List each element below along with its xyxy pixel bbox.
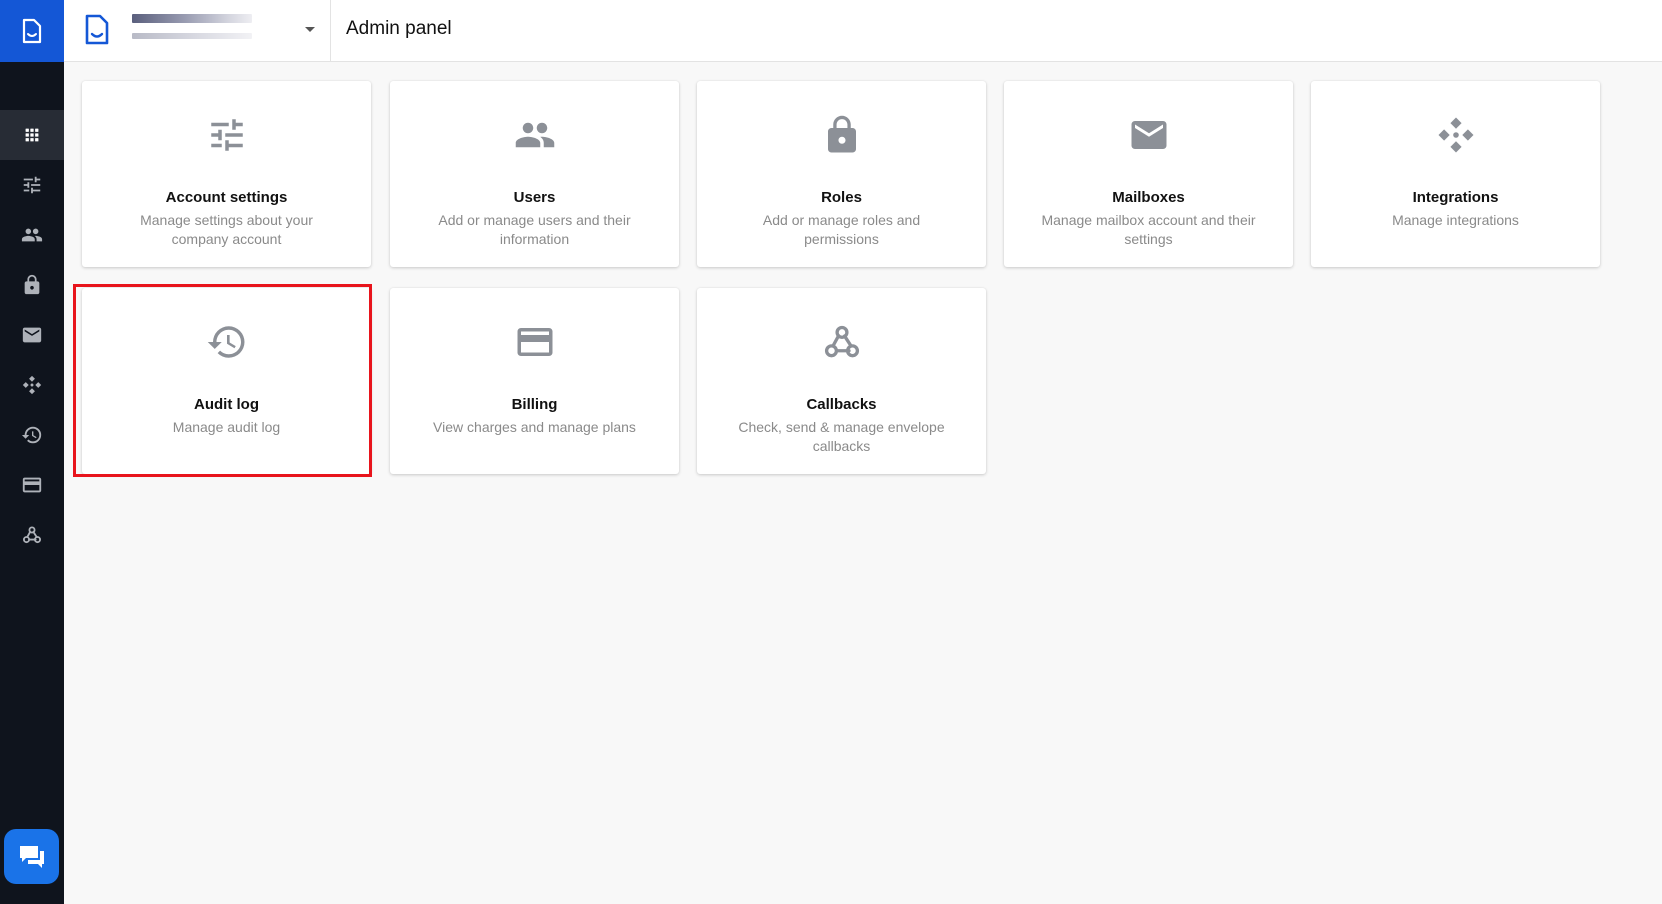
page-title: Admin panel bbox=[346, 18, 452, 39]
card-description: Manage audit log bbox=[172, 419, 281, 435]
card-users[interactable]: Users Add or manage users and their info… bbox=[390, 81, 679, 267]
lock-icon bbox=[24, 274, 40, 295]
sliders-icon bbox=[205, 113, 249, 157]
workspace-selector[interactable] bbox=[64, 0, 331, 62]
rail-item-audit-log[interactable] bbox=[0, 410, 64, 460]
rail-item-users[interactable] bbox=[0, 210, 64, 260]
mail-icon bbox=[22, 327, 42, 343]
integrations-icon bbox=[22, 375, 42, 395]
card-title: Users bbox=[513, 189, 556, 206]
card-description: Manage mailbox account and their setting… bbox=[1041, 212, 1256, 247]
mail-icon bbox=[1127, 113, 1171, 157]
credit-card-icon bbox=[22, 477, 42, 493]
card-description: Add or manage users and their informatio… bbox=[438, 212, 631, 247]
card-title: Audit log bbox=[194, 396, 259, 413]
history-icon bbox=[205, 320, 249, 364]
integrations-icon bbox=[1434, 113, 1478, 157]
rail-item-mailboxes[interactable] bbox=[0, 310, 64, 360]
rail-item-callbacks[interactable] bbox=[0, 510, 64, 560]
sliders-icon bbox=[23, 176, 41, 194]
card-roles[interactable]: Roles Add or manage roles and permission… bbox=[697, 81, 986, 267]
rail-item-billing[interactable] bbox=[0, 460, 64, 510]
card-description: View charges and manage plans bbox=[433, 419, 636, 435]
lock-icon bbox=[820, 113, 864, 157]
workspace-name-blurred bbox=[132, 12, 252, 42]
app-logo[interactable] bbox=[0, 0, 64, 62]
card-title: Mailboxes bbox=[1112, 189, 1185, 206]
rail-item-account-settings[interactable] bbox=[0, 160, 64, 210]
card-audit-log[interactable]: Audit log Manage audit log bbox=[82, 288, 371, 474]
chat-button[interactable] bbox=[4, 829, 59, 884]
card-title: Account settings bbox=[165, 189, 288, 206]
webhook-icon bbox=[23, 526, 41, 544]
users-icon bbox=[513, 113, 557, 157]
top-bar: Admin panel bbox=[64, 0, 1662, 62]
card-account-settings[interactable]: Account settings Manage settings about y… bbox=[82, 81, 371, 267]
caret-down-icon bbox=[305, 27, 315, 32]
apps-grid-icon bbox=[25, 128, 39, 142]
credit-card-icon bbox=[513, 320, 557, 364]
webhook-icon bbox=[820, 320, 864, 364]
left-rail bbox=[0, 0, 64, 904]
card-description: Manage settings about your company accou… bbox=[140, 212, 313, 247]
rail-item-integrations[interactable] bbox=[0, 360, 64, 410]
card-title: Billing bbox=[511, 396, 558, 413]
card-description: Add or manage roles and permissions bbox=[762, 212, 921, 247]
card-callbacks[interactable]: Callbacks Check, send & manage envelope … bbox=[697, 288, 986, 474]
chat-icon bbox=[19, 845, 44, 868]
card-title: Roles bbox=[821, 189, 862, 206]
rail-item-admin[interactable] bbox=[0, 110, 64, 160]
card-description: Check, send & manage envelope callbacks bbox=[738, 419, 945, 454]
card-billing[interactable]: Billing View charges and manage plans bbox=[390, 288, 679, 474]
card-description: Manage integrations bbox=[1392, 212, 1519, 228]
card-integrations[interactable]: Integrations Manage integrations bbox=[1311, 81, 1600, 267]
document-smile-icon bbox=[85, 14, 109, 45]
card-mailboxes[interactable]: Mailboxes Manage mailbox account and the… bbox=[1004, 81, 1293, 267]
history-icon bbox=[21, 426, 42, 444]
card-title: Integrations bbox=[1412, 189, 1499, 206]
document-icon bbox=[22, 18, 42, 44]
card-title: Callbacks bbox=[806, 396, 877, 413]
rail-item-roles[interactable] bbox=[0, 260, 64, 310]
users-icon bbox=[21, 228, 43, 242]
